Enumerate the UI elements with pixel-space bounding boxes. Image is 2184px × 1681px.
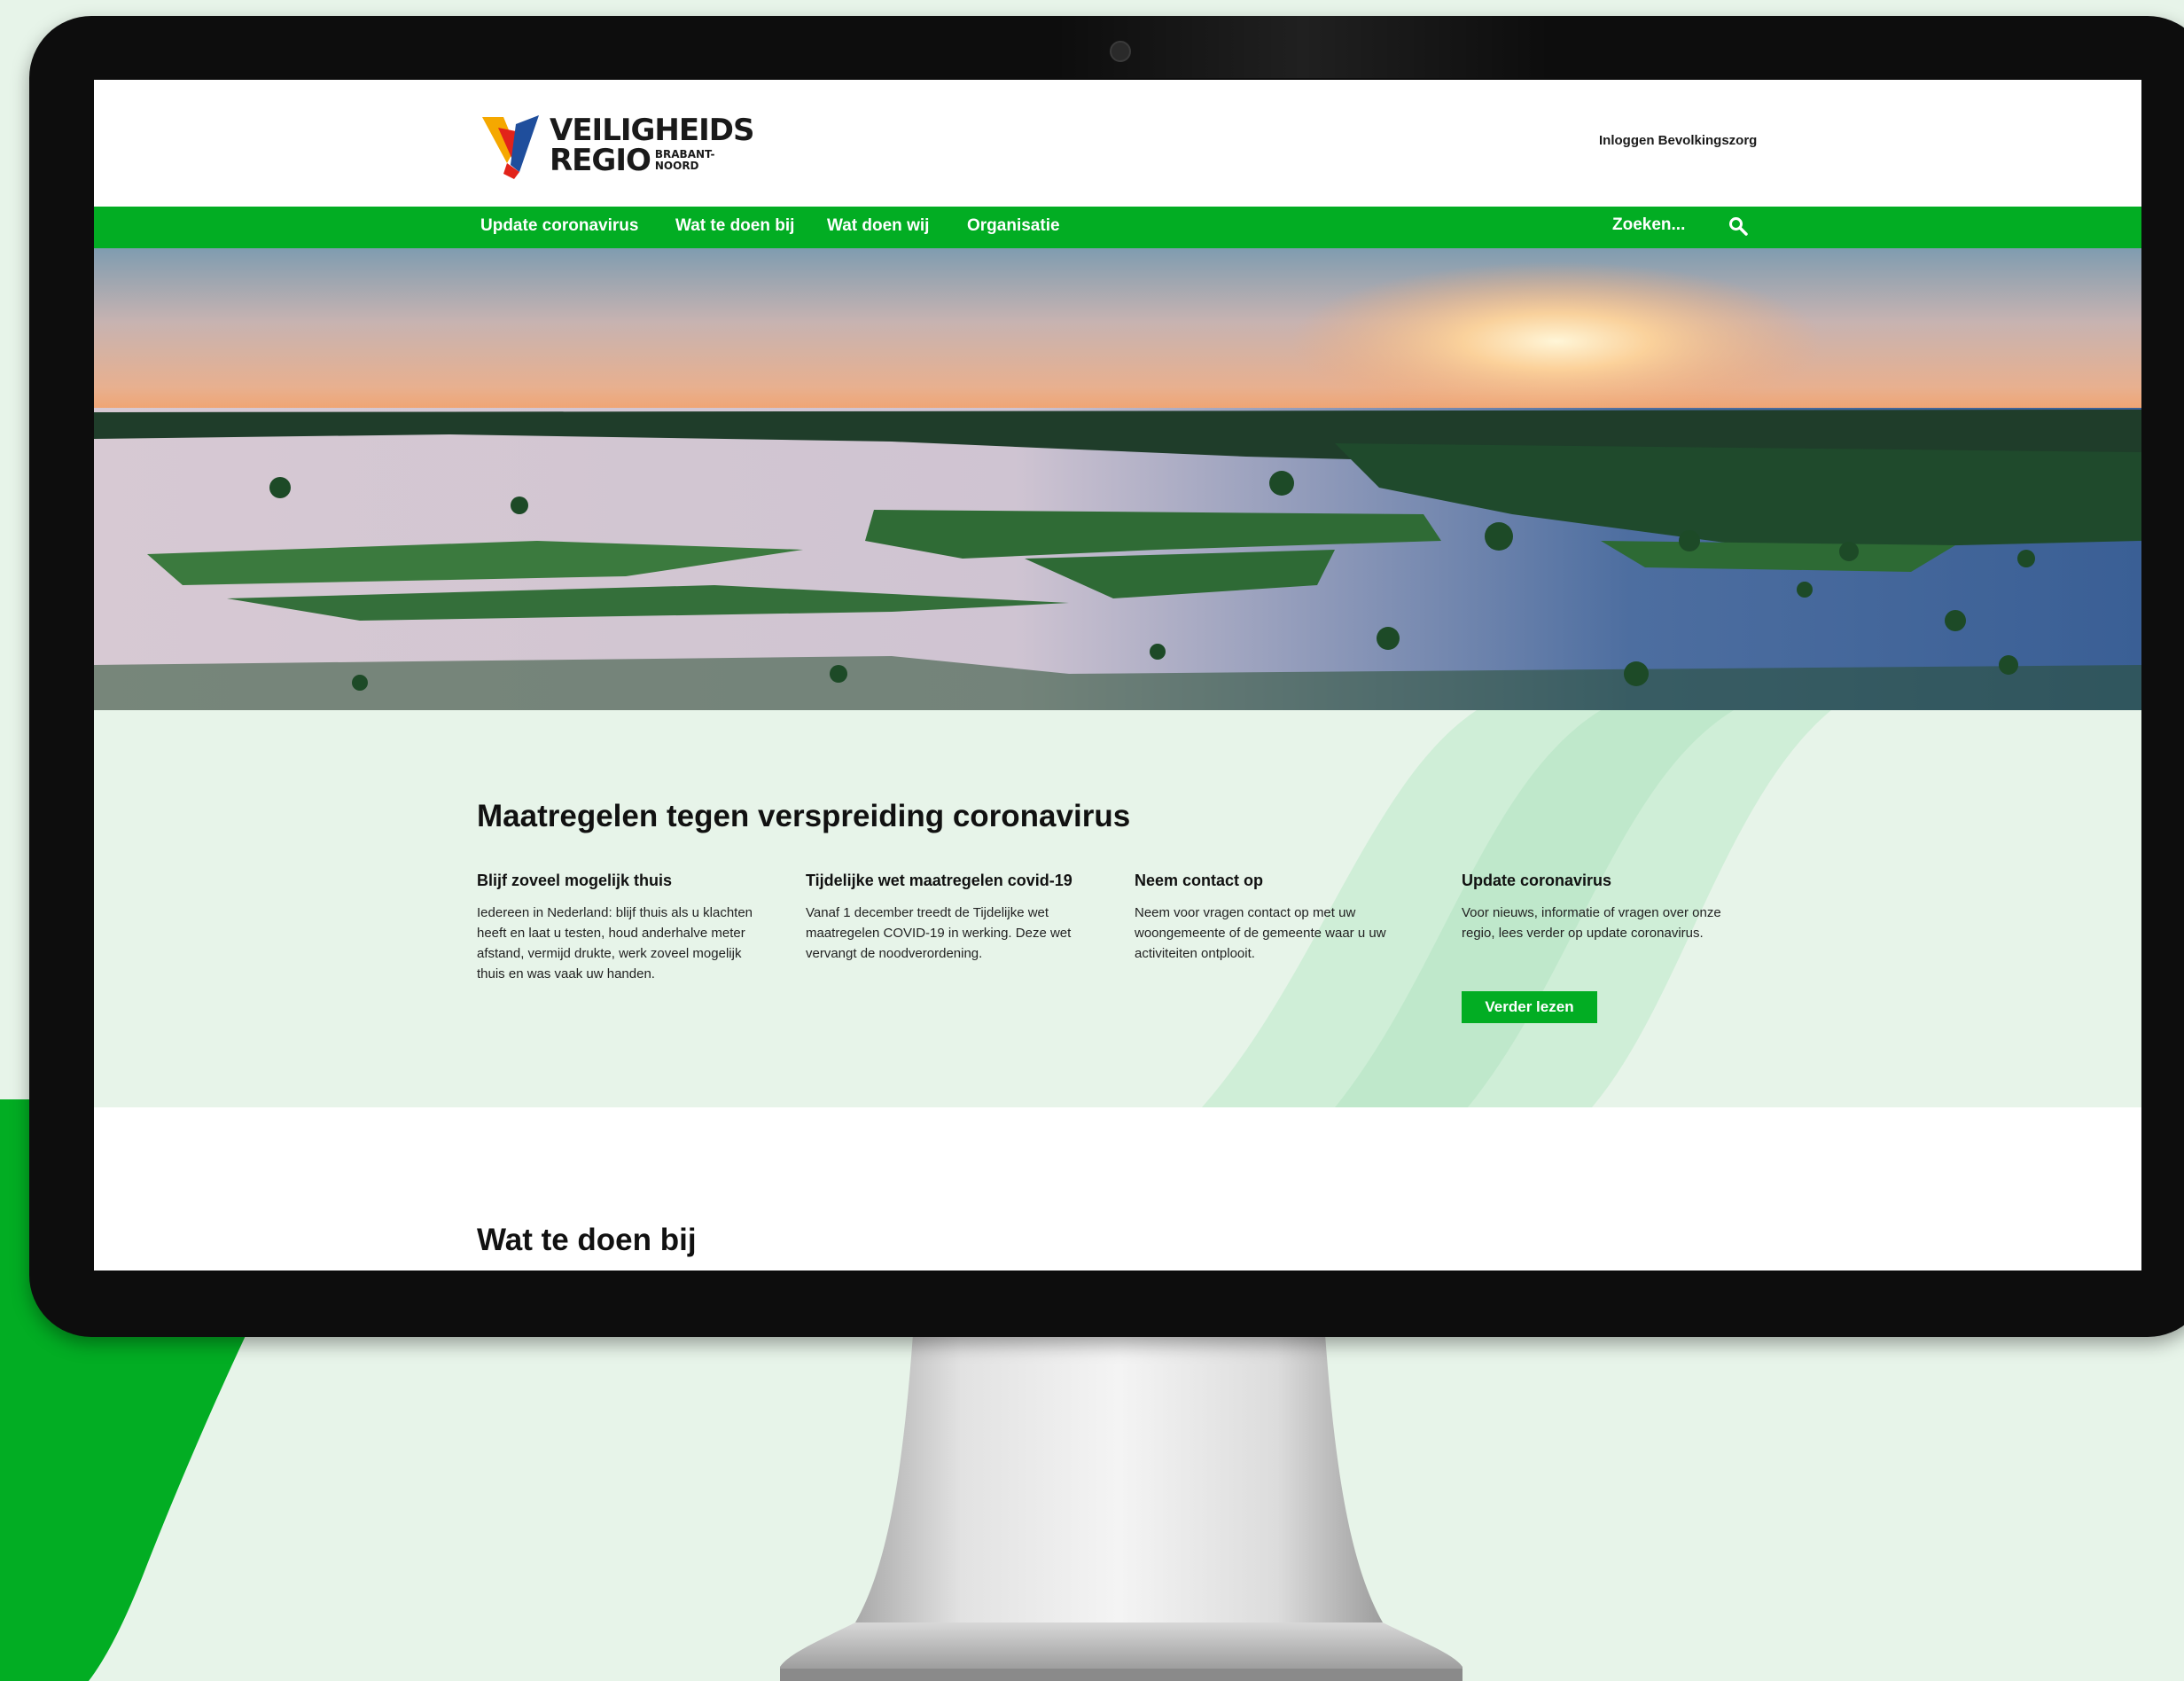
veiligheidsregio-logo-icon bbox=[482, 115, 539, 179]
info-column-text: Iedereen in Nederland: blijf thuis als u… bbox=[477, 905, 753, 981]
nav-item-wat-doen-wij[interactable]: Wat doen wij bbox=[827, 216, 929, 236]
login-bevolkingszorg-link[interactable]: Inloggen Bevolkingszorg bbox=[1599, 133, 1757, 148]
wat-te-doen-section: Wat te doen bij bbox=[94, 1107, 2141, 1271]
logo-sub-2: NOORD bbox=[654, 160, 699, 172]
info-column-2: Tijdelijke wet maatregelen covid-19 Vana… bbox=[806, 872, 1098, 964]
verder-lezen-button[interactable]: Verder lezen bbox=[1462, 991, 1597, 1023]
corona-measures-section: Maatregelen tegen verspreiding coronavir… bbox=[94, 710, 2141, 1107]
wat-te-doen-title: Wat te doen bij bbox=[477, 1223, 697, 1257]
search-icon[interactable] bbox=[1728, 215, 1749, 237]
info-column-3: Neem contact op Neem voor vragen contact… bbox=[1135, 872, 1427, 964]
hero-image bbox=[94, 248, 2141, 710]
nav-item-organisatie[interactable]: Organisatie bbox=[967, 216, 1060, 236]
info-column-heading: Neem contact op bbox=[1135, 872, 1264, 889]
site-header: VEILIGHEIDS REGIO BRABANT- NOORD Inlogge… bbox=[94, 80, 2141, 207]
nav-item-wat-te-doen-bij[interactable]: Wat te doen bij bbox=[675, 216, 794, 236]
info-column-text: Vanaf 1 december treedt de Tijdelijke we… bbox=[806, 905, 1072, 961]
main-nav: Update coronavirus Wat te doen bij Wat d… bbox=[94, 207, 2141, 248]
logo-line-1: VEILIGHEIDS bbox=[550, 113, 754, 148]
monitor-screen: VEILIGHEIDS REGIO BRABANT- NOORD Inlogge… bbox=[94, 80, 2141, 1271]
nav-item-update-coronavirus[interactable]: Update coronavirus bbox=[480, 216, 638, 236]
info-column-heading: Update coronavirus bbox=[1462, 872, 1612, 889]
info-column-heading: Blijf zoveel mogelijk thuis bbox=[477, 872, 673, 889]
webcam bbox=[1110, 41, 1131, 62]
info-column-heading: Tijdelijke wet maatregelen covid-19 bbox=[806, 872, 1072, 889]
section-background-waves bbox=[1202, 710, 1831, 1107]
corona-section-title: Maatregelen tegen verspreiding coronavir… bbox=[477, 799, 1131, 833]
site-logo[interactable]: VEILIGHEIDS REGIO BRABANT- NOORD bbox=[480, 110, 754, 181]
info-column-text: Neem voor vragen contact op met uw woong… bbox=[1135, 905, 1386, 961]
info-column-text: Voor nieuws, informatie of vragen over o… bbox=[1462, 905, 1721, 941]
logo-line-2: REGIO bbox=[550, 143, 651, 178]
info-column-4: Update coronavirus Voor nieuws, informat… bbox=[1462, 872, 1736, 943]
info-column-1: Blijf zoveel mogelijk thuis Iedereen in … bbox=[477, 872, 769, 984]
search-input[interactable]: Zoeken... bbox=[1612, 215, 1685, 235]
